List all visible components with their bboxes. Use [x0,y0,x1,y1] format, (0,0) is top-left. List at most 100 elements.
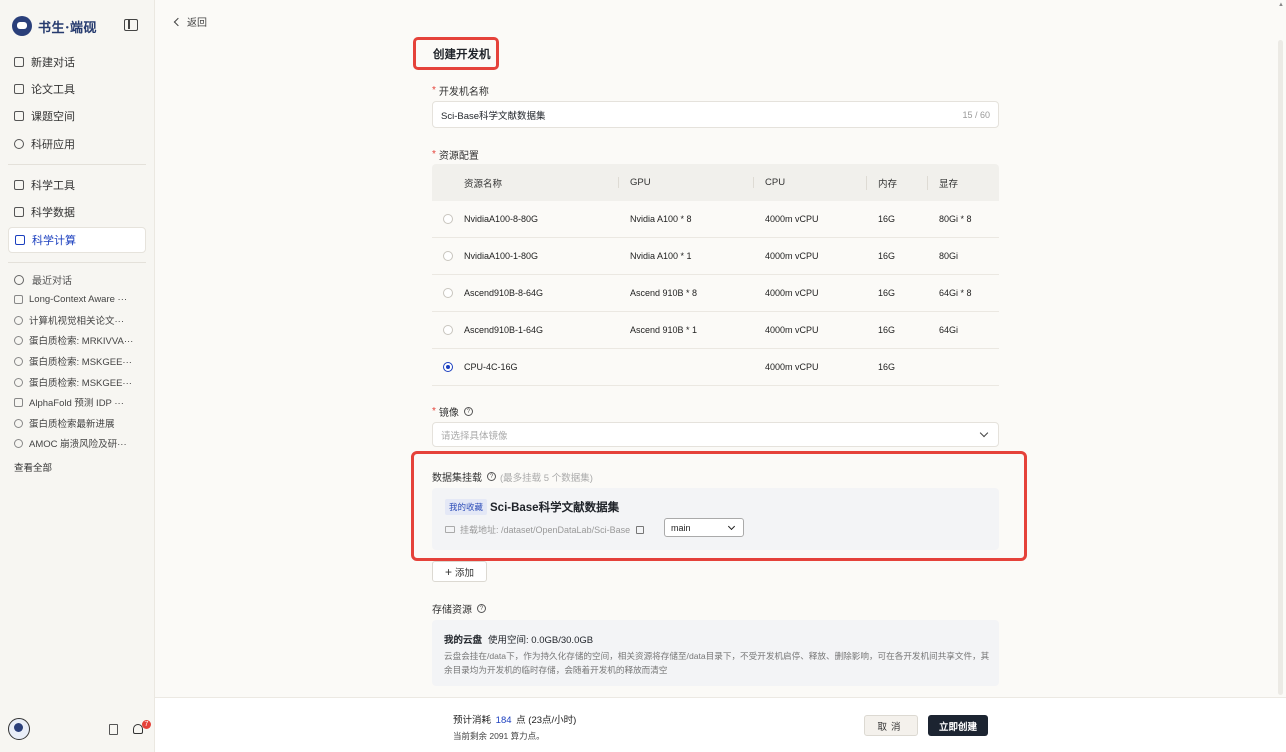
nav-research-apps[interactable]: 科研应用 [8,132,146,156]
table-row[interactable]: NvidiaA100-8-80G Nvidia A100 * 8 4000m v… [432,201,999,238]
resource-mem: 16G [878,288,896,298]
nav-new-chat[interactable]: 新建对话 [8,50,146,74]
logo-icon [12,16,32,36]
resource-radio[interactable] [443,325,453,335]
plus-square-icon [14,57,24,67]
dataset-field-label: 数据集挂载 ? (最多挂载 5 个数据集) [432,469,593,484]
branch-value: main [671,522,691,533]
sidebar: 书生·端砚 新建对话 论文工具 课题空间 科研应用 科学工具 科学数据 科学计算… [0,0,155,752]
scrollbar[interactable] [1278,40,1283,695]
chevron-down-icon [979,428,989,438]
table-row[interactable]: CPU-4C-16G 4000m vCPU 16G [432,349,999,386]
nav-label: 科学计算 [32,235,76,247]
label-text: 数据集挂载 [432,473,482,484]
recent-chat-item[interactable]: 蛋白质检索最新进展 [14,414,146,432]
nav-label: 课题空间 [31,111,75,123]
history-icon [14,274,24,285]
document-icon [14,84,24,94]
nav-science-compute[interactable]: 科学计算 [8,227,146,253]
cloud-disk-title: 我的云盘 [444,635,483,646]
help-icon[interactable]: ? [477,604,486,613]
cube-icon [14,315,23,325]
nav-label: 论文工具 [31,84,75,96]
recent-chat-item[interactable]: 蛋白质检索: MSKGEE··· [14,352,146,370]
help-icon[interactable]: ? [487,472,496,481]
recent-chat-item[interactable]: 蛋白质检索: MSKGEE··· [14,373,146,391]
recent-chat-label: Long-Context Aware ··· [29,293,128,305]
label-text: 镜像 [438,408,459,419]
recent-chat-item[interactable]: AMOC 崩溃风险及研··· [14,434,146,452]
create-button[interactable]: 立即创建 [928,715,988,736]
nav-science-tools[interactable]: 科学工具 [8,173,146,197]
recent-chats-header: 最近对话 [14,272,72,287]
column-header: 内存 [866,175,927,190]
mount-icon [445,526,455,533]
image-select[interactable]: 请选择具体镜像 [432,422,999,447]
resource-radio[interactable] [443,214,453,224]
resource-gpu: Ascend 910B * 8 [630,288,698,298]
cost-estimate: 预计消耗 184 点 (23点/小时) [453,712,576,726]
sidebar-divider [8,262,146,263]
footer-bar: 预计消耗 184 点 (23点/小时) 当前剩余 2091 算力点。 取消 立即… [155,697,1286,752]
column-header: GPU [618,177,753,188]
avatar[interactable] [8,718,30,740]
recent-chat-label: AlphaFold 预测 IDP ··· [29,398,124,409]
building-icon [14,111,24,121]
nav-science-data[interactable]: 科学数据 [8,200,146,224]
recent-chat-item[interactable]: 计算机视觉相关论文··· [14,311,146,329]
resource-name: CPU-4C-16G [464,362,518,372]
cube-icon [14,139,24,149]
resource-cpu: 4000m vCPU [765,362,819,372]
cancel-button[interactable]: 取消 [864,715,918,736]
sidebar-toggle-icon[interactable] [124,19,138,31]
chevron-left-icon [173,17,183,26]
scroll-up-icon[interactable]: ▲ [1278,2,1284,8]
resource-vram: 80Gi * 8 [939,214,972,224]
back-button[interactable]: 返回 [173,14,207,29]
help-icon[interactable]: ? [463,407,473,416]
database-icon [14,207,24,217]
sidebar-divider [8,164,146,165]
resource-name: Ascend910B-1-64G [464,325,544,335]
add-dataset-button[interactable]: + 添加 [432,561,487,582]
resource-mem: 16G [878,362,896,372]
label-text: 存储资源 [432,605,472,616]
storage-title: 我的云盘 使用空间: 0.0GB/30.0GB [444,632,593,646]
nav-label: 科学数据 [31,207,75,219]
table-row[interactable]: NvidiaA100-1-80G Nvidia A100 * 1 4000m v… [432,238,999,275]
nav-topic-space[interactable]: 课题空间 [8,104,146,128]
image-field-label: * 镜像 ? [432,404,473,419]
cube-icon [14,438,23,448]
resource-vram: 64Gi * 8 [939,288,972,298]
storage-description: 云盘会挂在/data下，作为持久化存储的空间，相关资源将存储至/data目录下，… [444,651,990,675]
branch-select[interactable]: main [664,518,744,537]
copy-icon[interactable] [636,525,645,534]
table-row[interactable]: Ascend910B-8-64G Ascend 910B * 8 4000m v… [432,275,999,312]
resource-cpu: 4000m vCPU [765,288,819,298]
dataset-name: Sci-Base科学文献数据集 [490,502,620,514]
resource-name: NvidiaA100-1-80G [464,251,539,261]
column-header: CPU [753,177,866,188]
label-text: 开发机名称 [438,87,489,98]
toolbox-icon [14,180,24,190]
recent-chat-item[interactable]: Long-Context Aware ··· [14,290,146,308]
recent-chat-item[interactable]: 蛋白质检索: MRKIVVA··· [14,331,146,349]
recent-chat-item[interactable]: AlphaFold 预测 IDP ··· [14,393,146,411]
logo[interactable]: 书生·端砚 [12,14,144,38]
resource-radio[interactable] [443,288,453,298]
resource-radio[interactable] [443,251,453,261]
docs-icon[interactable] [109,724,118,735]
resource-radio-selected[interactable] [443,362,453,372]
table-row[interactable]: Ascend910B-1-64G Ascend 910B * 1 4000m v… [432,312,999,349]
notification-badge: 7 [142,720,151,729]
monitor-icon [15,235,25,245]
cost-prefix: 预计消耗 [453,715,492,726]
view-all-link[interactable]: 查看全部 [14,460,52,474]
nav-paper-tools[interactable]: 论文工具 [8,77,146,101]
recent-title: 最近对话 [32,276,72,287]
machine-name-input[interactable]: Sci-Base科学文献数据集 15 / 60 [432,101,999,128]
storage-card: 我的云盘 使用空间: 0.0GB/30.0GB 云盘会挂在/data下，作为持久化… [432,620,999,686]
resource-cpu: 4000m vCPU [765,214,819,224]
cube-icon [14,335,23,345]
resource-mem: 16G [878,251,896,261]
